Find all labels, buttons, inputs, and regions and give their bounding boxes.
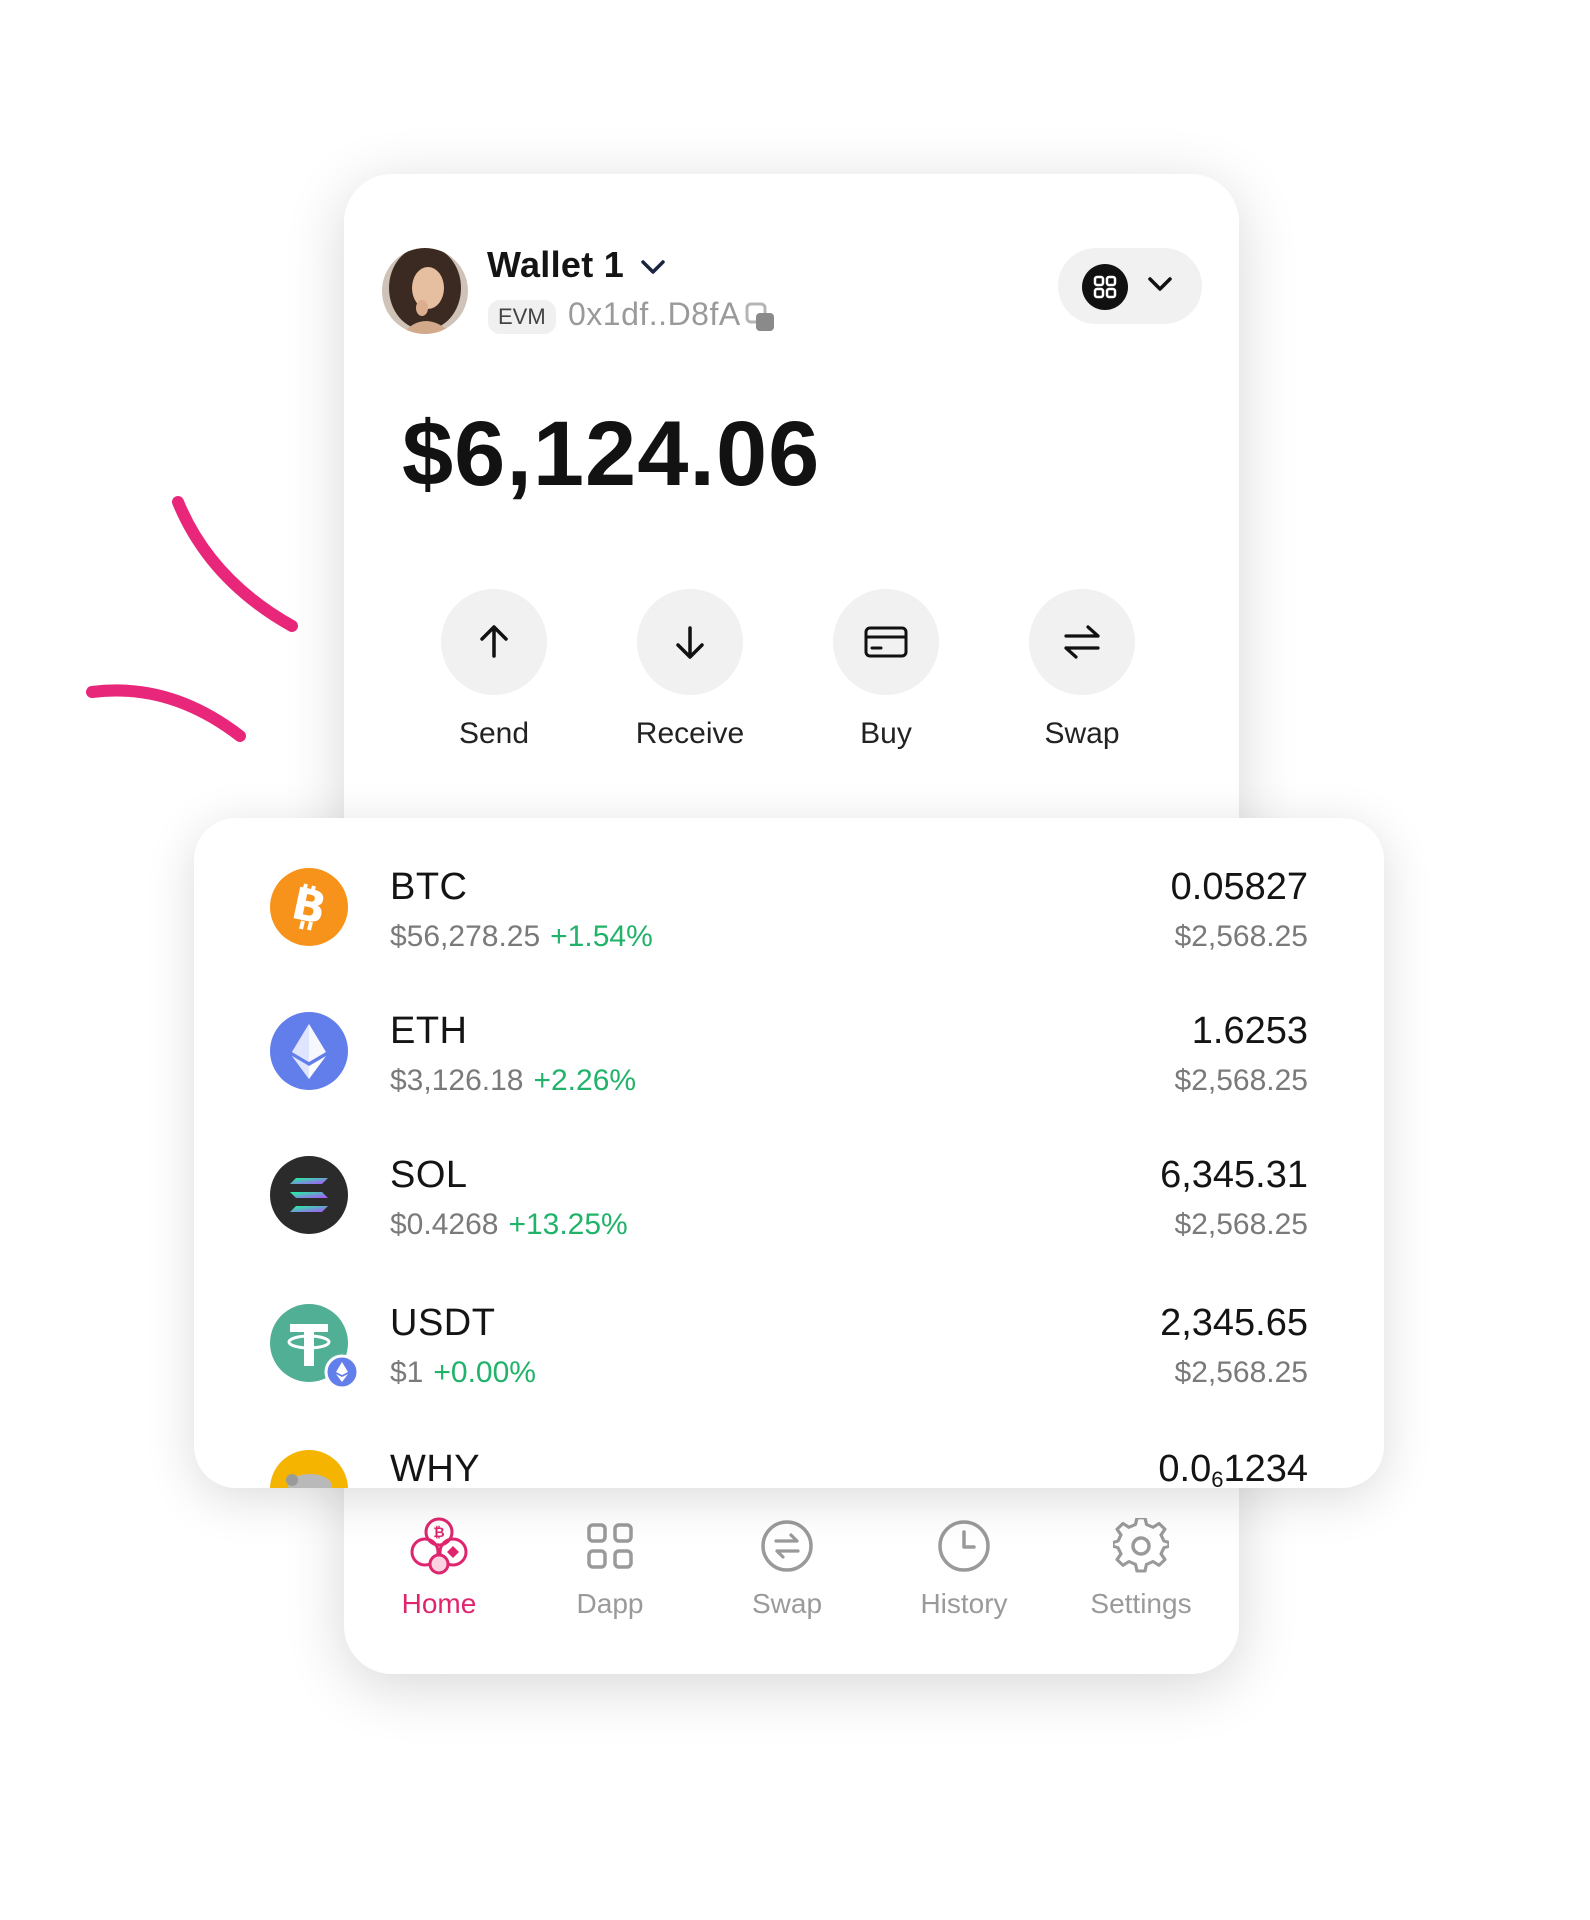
swap-arrows-icon bbox=[1064, 625, 1100, 659]
bitcoin-icon: B bbox=[270, 868, 348, 946]
token-change: +0.00% bbox=[433, 1356, 536, 1389]
token-price: $0.4268 +13.25% bbox=[390, 1208, 628, 1242]
token-value: $2,568.25 bbox=[1174, 1208, 1308, 1241]
chevron-down-icon[interactable] bbox=[640, 258, 666, 276]
swap-button[interactable]: Swap bbox=[1002, 589, 1162, 751]
ethereum-icon bbox=[270, 1012, 348, 1090]
token-amount: 0.061234 bbox=[1158, 1448, 1308, 1488]
nav-history-label: History bbox=[920, 1588, 1008, 1619]
token-price: $1 +0.00% bbox=[390, 1356, 536, 1390]
nav-dapp[interactable]: Dapp bbox=[525, 1510, 695, 1620]
token-row-btc[interactable]: B BTC $56,278.25 +1.54% 0.05827 $2,568.25 bbox=[194, 866, 1384, 986]
why-token-icon bbox=[270, 1450, 348, 1488]
grid-icon bbox=[1082, 264, 1128, 310]
copy-icon[interactable] bbox=[745, 302, 777, 334]
receive-button[interactable]: Receive bbox=[610, 589, 770, 751]
token-symbol: USDT bbox=[390, 1302, 496, 1344]
nav-settings[interactable]: Settings bbox=[1056, 1510, 1226, 1620]
token-symbol: WHY bbox=[390, 1448, 481, 1488]
token-list[interactable]: B BTC $56,278.25 +1.54% 0.05827 $2,568.25… bbox=[194, 818, 1384, 1488]
swap-circle-icon bbox=[761, 1520, 813, 1572]
nav-settings-label: Settings bbox=[1090, 1588, 1192, 1619]
svg-text:₿: ₿ bbox=[433, 1525, 444, 1541]
token-amount-zero-count: 6 bbox=[1211, 1467, 1224, 1488]
avatar[interactable] bbox=[382, 248, 468, 334]
token-row-usdt[interactable]: USDT $1 +0.00% 2,345.65 $2,568.25 bbox=[194, 1302, 1384, 1422]
token-symbol: ETH bbox=[390, 1010, 468, 1052]
decorative-strokes bbox=[86, 496, 298, 742]
send-button[interactable]: Send bbox=[414, 589, 574, 751]
send-label: Send bbox=[458, 717, 530, 750]
token-price-value: $1 bbox=[390, 1356, 424, 1389]
chevron-down-icon bbox=[1148, 277, 1172, 291]
token-row-eth[interactable]: ETH $3,126.18 +2.26% 1.6253 $2,568.25 bbox=[194, 1010, 1384, 1130]
gear-icon bbox=[1113, 1518, 1169, 1573]
arrow-down-icon bbox=[676, 626, 704, 659]
token-price-value: $56,278.25 bbox=[390, 920, 541, 953]
receive-label: Receive bbox=[635, 717, 745, 750]
token-change: +2.26% bbox=[533, 1064, 637, 1097]
token-value: $2,568.25 bbox=[1174, 1356, 1308, 1389]
token-price: $56,278.25 +1.54% bbox=[390, 920, 653, 954]
token-amount: 1.6253 bbox=[1191, 1010, 1308, 1052]
token-price: $3,126.18 +2.26% bbox=[390, 1064, 636, 1098]
wallet-address: 0x1df..D8fA bbox=[568, 296, 741, 332]
token-price-value: $3,126.18 bbox=[390, 1064, 524, 1097]
token-value: $2,568.25 bbox=[1174, 920, 1308, 953]
card-icon bbox=[864, 626, 908, 658]
solana-icon bbox=[270, 1156, 348, 1234]
nav-dapp-label: Dapp bbox=[576, 1588, 644, 1619]
arrow-up-icon bbox=[480, 625, 508, 658]
token-amount: 0.05827 bbox=[1170, 866, 1308, 908]
clock-icon bbox=[938, 1520, 990, 1572]
token-amount: 6,345.31 bbox=[1160, 1154, 1308, 1196]
wallet-name[interactable]: Wallet 1 bbox=[487, 244, 624, 286]
token-amount: 2,345.65 bbox=[1160, 1302, 1308, 1344]
token-change: +13.25% bbox=[508, 1208, 628, 1241]
token-row-why[interactable]: WHY 0.061234 bbox=[194, 1448, 1384, 1488]
network-switcher[interactable] bbox=[1058, 248, 1202, 324]
network-badge: EVM bbox=[488, 300, 556, 334]
home-icon: ₿ bbox=[410, 1517, 468, 1575]
nav-home-label: Home bbox=[401, 1588, 477, 1619]
token-symbol: BTC bbox=[390, 866, 468, 908]
token-amount-rest: 1234 bbox=[1223, 1448, 1308, 1488]
token-amount-prefix: 0.0 bbox=[1158, 1448, 1212, 1488]
nav-swap-label: Swap bbox=[751, 1588, 823, 1619]
nav-history[interactable]: History bbox=[879, 1510, 1049, 1620]
ethereum-network-icon bbox=[324, 1354, 360, 1390]
dapp-grid-icon bbox=[587, 1523, 633, 1569]
buy-button[interactable]: Buy bbox=[806, 589, 966, 751]
nav-swap[interactable]: Swap bbox=[702, 1510, 872, 1620]
token-price-value: $0.4268 bbox=[390, 1208, 499, 1241]
nav-home[interactable]: ₿ Home bbox=[354, 1510, 524, 1620]
total-balance: $6,124.06 bbox=[402, 403, 821, 505]
swap-label: Swap bbox=[1044, 717, 1120, 750]
token-symbol: SOL bbox=[390, 1154, 468, 1196]
token-change: +1.54% bbox=[550, 920, 653, 953]
token-value: $2,568.25 bbox=[1174, 1064, 1308, 1097]
token-row-sol[interactable]: SOL $0.4268 +13.25% 6,345.31 $2,568.25 bbox=[194, 1154, 1384, 1274]
buy-label: Buy bbox=[860, 717, 912, 750]
